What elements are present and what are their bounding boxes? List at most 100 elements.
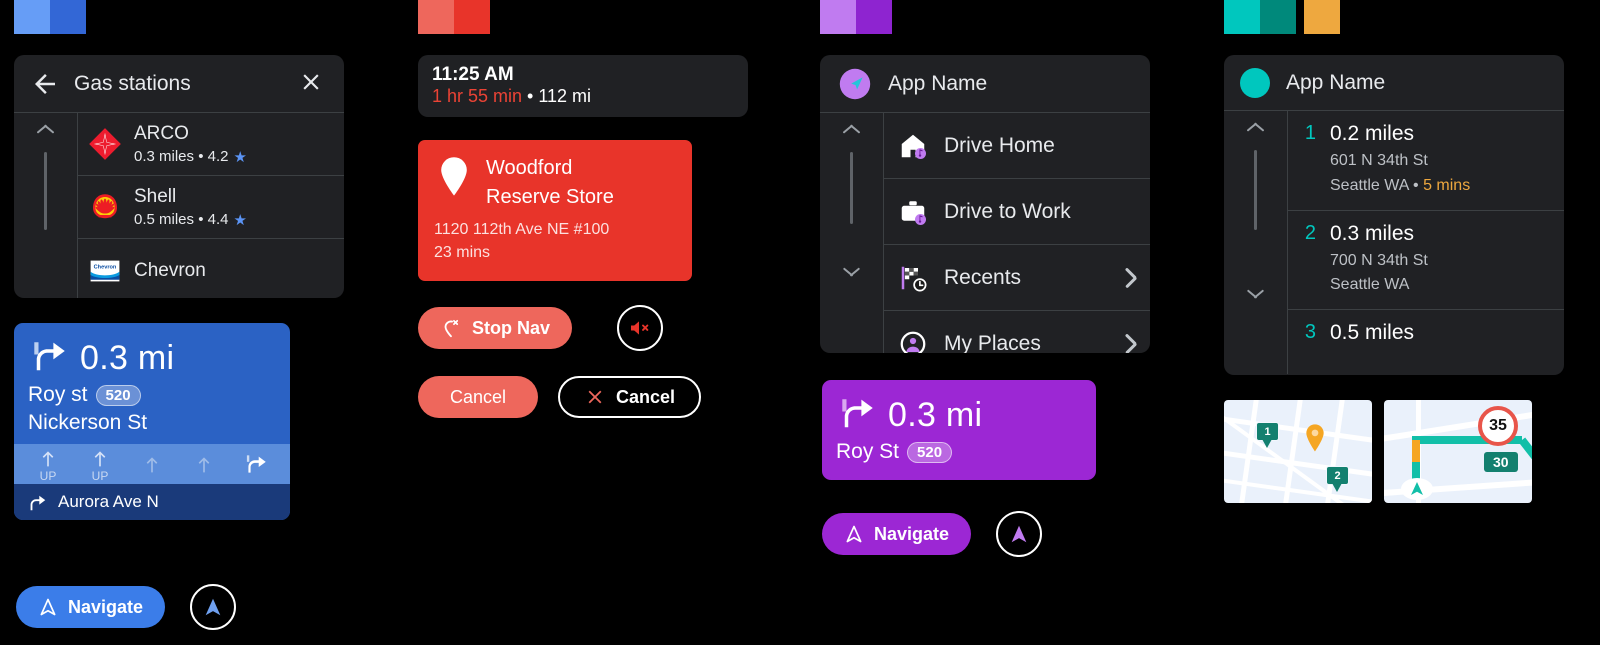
checkered-flag-clock-icon [901,266,927,291]
navigate-button[interactable]: Navigate [822,513,972,555]
chevron-up-icon[interactable] [842,125,862,136]
step-number: 2 [1304,221,1316,244]
destination-card[interactable]: Woodford Reserve Store 1120 112th Ave NE… [418,140,692,281]
purple-menu-rows: Drive Home Drive to Work Recents My Plac… [884,113,1150,353]
star-icon: ★ [233,148,247,166]
list-item-title: Chevron [134,259,206,281]
stop-nav-button[interactable]: Stop Nav [418,307,573,349]
lane-item [131,453,173,482]
lane-item [183,453,225,482]
scroll-track[interactable] [850,152,853,224]
swatch-purple-dark [856,0,892,34]
back-arrow-icon[interactable] [30,69,60,99]
app-navigation-icon [839,68,871,99]
purple-nav-top: 0.3 mi [822,380,1096,440]
cancel-button-outlined[interactable]: Cancel [558,376,702,418]
turn-right-icon [30,495,46,511]
lane-turn-right-icon [246,455,266,473]
teal-steps-body: 1 0.2 miles 601 N 34th St Seattle WA • 5… [1224,111,1564,374]
navigation-arrow-icon [846,525,862,543]
chevron-down-icon[interactable] [842,268,862,279]
destination-address: 1120 112th Ave NE #100 [434,221,610,238]
mute-button[interactable] [617,305,663,351]
table-row[interactable]: 2 0.3 miles 700 N 34th St Seattle WA [1288,211,1564,311]
chevron-down-icon[interactable] [1246,290,1266,301]
svg-text:Chevron: Chevron [94,264,117,270]
step-distance: 0.3 miles [1330,221,1415,245]
menu-item-drive-home[interactable]: Drive Home [884,113,1150,179]
swatch-red-light [418,0,454,34]
map-road [1236,400,1261,503]
destination-name: Woodford Reserve Store [486,154,614,212]
menu-item-recents[interactable]: Recents [884,245,1150,311]
menu-item-my-places[interactable]: My Places [884,311,1150,353]
step-address-line2: Seattle WA • 5 mins [1330,174,1470,199]
purple-distance: 0.3 mi [888,395,983,434]
scroll-track[interactable] [1254,150,1257,230]
list-item-sub-text: 0.5 miles • 4.4 [134,211,229,228]
step-address-line1: 601 N 34th St [1330,152,1428,169]
recenter-arrow-icon [205,598,221,616]
lane-straight-icon [94,451,106,467]
step-sep: • [1408,176,1424,194]
list-item[interactable]: ARCO 0.3 miles • 4.2 ★ [78,113,344,176]
step-distance: 0.2 miles [1330,122,1415,145]
list-item[interactable]: Shell 0.5 miles • 4.4 ★ [78,176,344,239]
menu-item-drive-to-work[interactable]: Drive to Work [884,179,1150,245]
teal-swatch-row [1224,0,1340,34]
lane-item: UP [27,447,69,482]
menu-item-label: Recents [944,265,1022,289]
swatch-teal-dark [1260,0,1296,34]
cancel-filled-label: Cancel [449,386,507,407]
step-address-line1: 700 N 34th St [1330,251,1428,269]
purple-app-header: App Name [820,55,1150,113]
turn-right-icon [34,342,65,371]
step-content: 0.2 miles 601 N 34th St Seattle WA • 5 m… [1330,122,1470,199]
list-item-text: Chevron [134,260,206,282]
volume-mute-icon [631,321,649,335]
map-thumbnail-b[interactable]: 35 30 [1384,400,1532,503]
scroll-track[interactable] [44,152,47,230]
eta-separator: • [522,86,539,106]
lane-straight-icon [198,457,210,473]
navigate-button-label: Navigate [874,523,950,544]
blue-street-name: Roy st [28,383,88,406]
step-number: 1 [1304,122,1316,144]
list-item[interactable]: Chevron Chevron [78,239,344,298]
teal-scrollbar[interactable] [1224,111,1288,374]
blue-route-shield: 520 [95,384,141,406]
navigation-arrow-icon [40,598,56,616]
purple-scrollbar[interactable] [820,113,884,353]
recenter-button[interactable] [190,584,236,630]
chevron-up-icon[interactable] [1246,123,1266,134]
swatch-blue-dark [50,0,86,34]
purple-app-title: App Name [888,71,988,95]
gas-stations-rows: ARCO 0.3 miles • 4.2 ★ Shell 0.5 miles •… [78,113,344,298]
close-icon[interactable] [298,69,328,99]
blue-street-line: Roy st 520 [14,383,290,409]
cancel-button-filled[interactable]: Cancel [418,376,538,418]
list-scrollbar[interactable] [14,113,78,298]
teal-steps-rows: 1 0.2 miles 601 N 34th St Seattle WA • 5… [1288,111,1564,374]
table-row[interactable]: 1 0.2 miles 601 N 34th St Seattle WA • 5… [1288,111,1564,211]
destination-name-line2: Reserve Store [486,186,614,208]
swatch-amber [1304,0,1340,34]
chevron-right-icon [1122,267,1136,289]
recenter-button[interactable] [996,511,1042,557]
teal-app-header: App Name [1224,55,1564,111]
route-speed-badge: 30 [1484,452,1518,472]
map-marker-1: 1 [1256,422,1279,448]
poi-pin-icon [1306,424,1324,452]
person-pin-icon [900,331,926,353]
page-title: Gas stations [74,71,191,95]
purple-swatch-row [820,0,892,34]
navigate-button[interactable]: Navigate [16,586,166,628]
menu-item-label: Drive Home [944,133,1055,157]
lane-guidance-strip: UP UP [14,444,290,484]
swatch-purple-light [820,0,856,34]
swatch-teal-light [1224,0,1260,34]
purple-app-panel: App Name Drive Home Drive to Work Recent… [820,55,1150,353]
table-row[interactable]: 3 0.5 miles [1288,310,1564,356]
map-thumbnail-a[interactable]: 1 2 [1224,400,1372,503]
chevron-up-icon[interactable] [36,125,56,136]
